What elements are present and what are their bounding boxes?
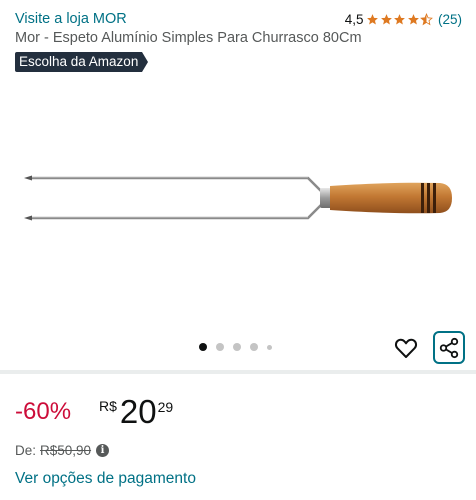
store-link[interactable]: Visite a loja MOR [15, 11, 127, 27]
product-title: Mor - Espeto Alumínio Simples Para Churr… [15, 30, 362, 46]
discount-percentage: -60% [15, 398, 72, 425]
rating-value: 4,5 [344, 11, 364, 27]
info-icon[interactable]: i [96, 444, 110, 457]
rating-count[interactable]: (25) [438, 12, 462, 27]
share-button[interactable] [433, 331, 465, 364]
amazon-choice-badge: Escolha da Amazon [15, 52, 149, 72]
star-icon [394, 13, 406, 24]
heart-icon[interactable] [394, 336, 418, 360]
price-fraction: 29 [157, 399, 174, 415]
carousel-dot[interactable] [199, 343, 207, 351]
current-price: R$ 20 29 [99, 394, 173, 430]
carousel-dot[interactable] [216, 343, 224, 351]
list-price-row: De: R$50,90 i [15, 443, 110, 458]
rating-stars [366, 12, 434, 26]
price-whole: 20 [119, 393, 157, 430]
payment-options-link[interactable]: Ver opções de pagamento [15, 470, 196, 488]
carousel-dot[interactable] [250, 343, 258, 351]
list-price-label: De: [15, 443, 37, 458]
star-icon [367, 13, 379, 24]
rating[interactable]: 4,5 (25) [345, 12, 462, 27]
store-rating-row: Visite a loja MOR 4,5 (25) [15, 9, 462, 29]
star-icon [408, 13, 419, 24]
carousel-dot[interactable] [233, 343, 241, 351]
list-price: R$50,90 [40, 443, 92, 458]
share-icon [439, 337, 459, 358]
carousel-dot[interactable] [267, 344, 272, 350]
star-icon [381, 13, 392, 24]
price-currency: R$ [99, 398, 117, 414]
half-star-icon [420, 12, 434, 25]
image-carousel-dots[interactable] [199, 343, 281, 351]
section-divider [0, 370, 476, 374]
product-image[interactable] [0, 140, 476, 280]
